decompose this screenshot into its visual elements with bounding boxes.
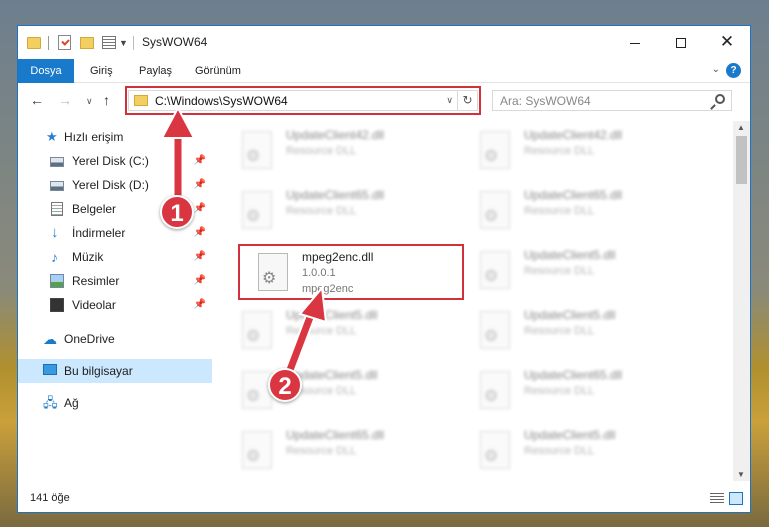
arrow-2 — [284, 285, 328, 376]
annotation-arrows — [160, 105, 328, 376]
arrow-1 — [160, 105, 196, 211]
step-badge-1: 1 — [160, 195, 194, 229]
step-badge-2: 2 — [268, 368, 302, 402]
